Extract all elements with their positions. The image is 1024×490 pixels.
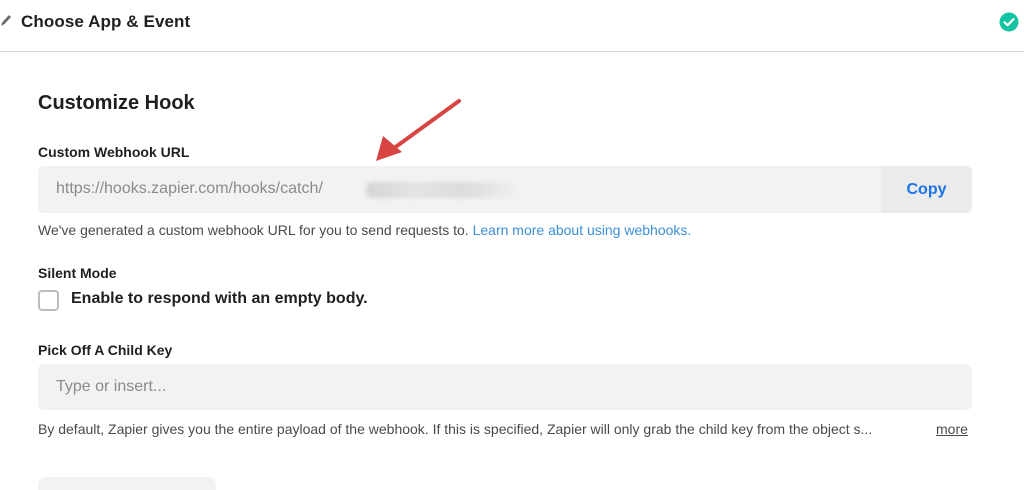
child-key-label: Pick Off A Child Key (38, 342, 173, 358)
learn-more-link[interactable]: Learn more about using webhooks. (473, 222, 692, 238)
silent-mode-label: Silent Mode (38, 265, 117, 281)
annotation-arrow-head (376, 136, 402, 161)
silent-mode-checkbox-label[interactable]: Enable to respond with an empty body. (71, 290, 368, 308)
child-key-help: By default, Zapier gives you the entire … (38, 421, 873, 437)
child-key-input[interactable]: Type or insert... (38, 364, 972, 410)
step-header[interactable]: Choose App & Event (0, 0, 1024, 52)
check-circle-icon (999, 12, 1019, 32)
annotation-arrow-shaft (388, 99, 461, 153)
silent-mode-checkbox[interactable] (38, 290, 59, 311)
webhook-url-label: Custom Webhook URL (38, 144, 190, 160)
pencil-icon (1, 15, 11, 26)
webhook-url-value: https://hooks.zapier.com/hooks/catch/ (56, 180, 323, 197)
annotation-arrow (376, 99, 461, 161)
more-link[interactable]: more (936, 421, 968, 437)
step-title: Choose App & Event (21, 12, 191, 31)
redacted-url-segment (366, 182, 514, 198)
copy-button[interactable]: Copy (881, 166, 972, 213)
section-title: Customize Hook (38, 92, 195, 114)
page: Choose App & Event Customize Hook Custom… (0, 0, 1024, 490)
bottom-button[interactable] (38, 477, 216, 490)
webhook-url-help-text: We've generated a custom webhook URL for… (38, 222, 473, 238)
webhook-url-help: We've generated a custom webhook URL for… (38, 222, 691, 238)
